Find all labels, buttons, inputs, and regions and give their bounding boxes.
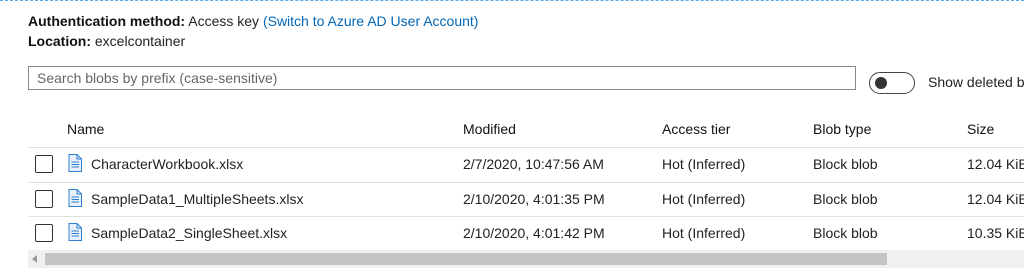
table-row[interactable]: SampleData1_MultipleSheets.xlsx 2/10/202…: [0, 183, 1024, 217]
authentication-method-line: Authentication method: Access key (Switc…: [28, 13, 478, 29]
blob-size: 10.35 KiB: [967, 225, 1024, 241]
panel-top-border: [0, 0, 1024, 1]
table-row[interactable]: SampleData2_SingleSheet.xlsx 2/10/2020, …: [0, 217, 1024, 251]
file-icon: [68, 154, 82, 172]
blob-name[interactable]: SampleData1_MultipleSheets.xlsx: [91, 191, 303, 207]
column-header-access-tier[interactable]: Access tier: [662, 121, 730, 137]
blob-modified: 2/10/2020, 4:01:42 PM: [463, 225, 605, 241]
switch-auth-link[interactable]: (Switch to Azure AD User Account): [263, 13, 479, 29]
row-checkbox[interactable]: [35, 155, 53, 173]
blob-name[interactable]: SampleData2_SingleSheet.xlsx: [91, 225, 287, 241]
column-header-blob-type[interactable]: Blob type: [813, 121, 871, 137]
search-input[interactable]: [29, 67, 855, 89]
authentication-method-value: Access key: [188, 13, 260, 29]
scroll-left-arrow-icon[interactable]: [32, 255, 37, 263]
column-header-modified[interactable]: Modified: [463, 121, 516, 137]
blob-size: 12.04 KiB: [967, 191, 1024, 207]
blob-access-tier: Hot (Inferred): [662, 156, 746, 172]
blob-size: 12.04 KiB: [967, 156, 1024, 172]
location-label: Location:: [28, 33, 91, 49]
scrollbar-thumb[interactable]: [45, 253, 887, 265]
location-value: excelcontainer: [94, 33, 186, 49]
blob-type: Block blob: [813, 191, 878, 207]
file-icon: [68, 223, 82, 241]
blob-name[interactable]: CharacterWorkbook.xlsx: [91, 156, 243, 172]
row-checkbox[interactable]: [35, 190, 53, 208]
column-header-size[interactable]: Size: [967, 121, 994, 137]
blob-type: Block blob: [813, 225, 878, 241]
show-deleted-label: Show deleted b: [928, 74, 1024, 90]
blob-access-tier: Hot (Inferred): [662, 191, 746, 207]
search-box: [28, 66, 856, 90]
row-checkbox[interactable]: [35, 224, 53, 242]
blob-access-tier: Hot (Inferred): [662, 225, 746, 241]
file-icon: [68, 189, 82, 207]
blob-type: Block blob: [813, 156, 878, 172]
toggle-knob: [875, 77, 887, 89]
blob-modified: 2/7/2020, 10:47:56 AM: [463, 156, 604, 172]
show-deleted-toggle[interactable]: [869, 72, 915, 94]
location-line: Location: excelcontainer: [28, 33, 185, 49]
table-row[interactable]: CharacterWorkbook.xlsx 2/7/2020, 10:47:5…: [0, 148, 1024, 182]
horizontal-scrollbar[interactable]: [28, 250, 1024, 268]
blob-modified: 2/10/2020, 4:01:35 PM: [463, 191, 605, 207]
authentication-method-label: Authentication method:: [28, 13, 186, 29]
column-header-name[interactable]: Name: [67, 121, 104, 137]
